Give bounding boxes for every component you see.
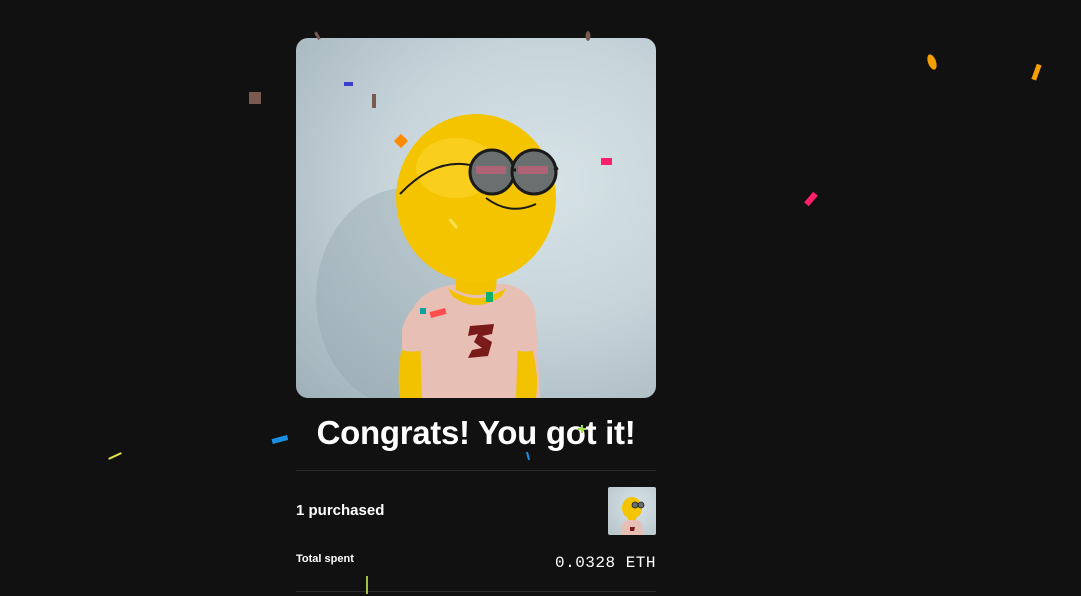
- purchased-count-label: 1 purchased: [296, 502, 385, 519]
- confetti-piece: [927, 54, 937, 70]
- nft-artwork: [316, 82, 612, 398]
- confetti-piece: [271, 435, 289, 445]
- success-title: Congrats! You got it!: [316, 414, 636, 451]
- nft-thumbnail[interactable]: [608, 487, 656, 535]
- total-spent-value: 0.0328 ETH: [554, 554, 656, 572]
- divider-bottom: [296, 591, 656, 592]
- confetti-piece: [249, 92, 261, 104]
- confetti-piece: [1031, 63, 1042, 81]
- purchased-row: 1 purchased: [296, 487, 656, 535]
- total-spent-row: Total spent 0.0328 ETH: [296, 552, 656, 576]
- purchase-success-screen: Congrats! You got it! 1 purchased Total …: [0, 0, 1081, 596]
- total-spent-label: Total spent: [296, 553, 354, 565]
- confetti-piece: [108, 452, 122, 460]
- success-card: Congrats! You got it! 1 purchased Total …: [296, 0, 656, 596]
- nft-thumbnail-art: [621, 497, 645, 535]
- nft-hero-image: [296, 38, 656, 398]
- confetti-piece: [804, 191, 818, 207]
- divider-top: [296, 470, 656, 471]
